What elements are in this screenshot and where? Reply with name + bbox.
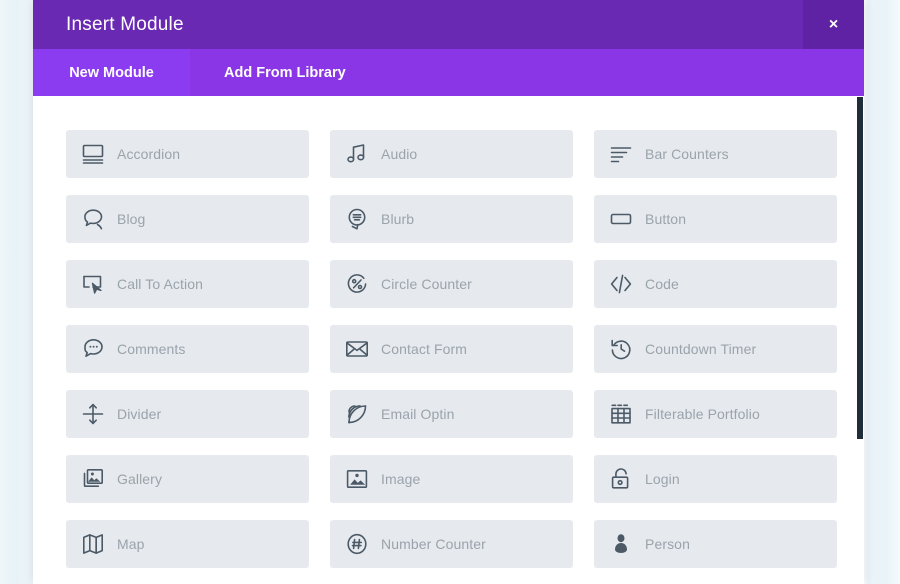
login-icon (608, 466, 634, 492)
gallery-icon (80, 466, 106, 492)
module-item-label: Countdown Timer (645, 341, 756, 357)
module-item-label: Blog (117, 211, 145, 227)
filterable-portfolio-icon (608, 401, 634, 427)
module-item-label: Filterable Portfolio (645, 406, 760, 422)
modal-scrollbar-track[interactable] (856, 96, 864, 584)
module-item-countdown-timer[interactable]: Countdown Timer (594, 325, 837, 373)
module-item-label: Person (645, 536, 690, 552)
module-item-email-optin[interactable]: Email Optin (330, 390, 573, 438)
module-item-image[interactable]: Image (330, 455, 573, 503)
module-item-comments[interactable]: Comments (66, 325, 309, 373)
module-item-blurb[interactable]: Blurb (330, 195, 573, 243)
close-icon: × (829, 17, 838, 33)
page-root: Insert Module × New Module Add From Libr… (0, 0, 900, 584)
module-item-label: Contact Form (381, 341, 467, 357)
person-icon (608, 531, 634, 557)
module-item-blog[interactable]: Blog (66, 195, 309, 243)
module-item-label: Accordion (117, 146, 180, 162)
module-item-number-counter[interactable]: Number Counter (330, 520, 573, 568)
module-item-label: Bar Counters (645, 146, 729, 162)
module-item-button[interactable]: Button (594, 195, 837, 243)
modal-scrollbar-thumb[interactable] (857, 97, 863, 439)
email-optin-icon (344, 401, 370, 427)
button-icon (608, 206, 634, 232)
image-icon (344, 466, 370, 492)
comments-icon (80, 336, 106, 362)
module-item-gallery[interactable]: Gallery (66, 455, 309, 503)
blurb-icon (344, 206, 370, 232)
modal-body: Accordion Audio Bar Counters Blog Blurb Butto… (33, 96, 864, 584)
accordion-icon (80, 141, 106, 167)
tab-add-from-library[interactable]: Add From Library (190, 49, 380, 96)
module-item-label: Blurb (381, 211, 414, 227)
module-item-bar-counters[interactable]: Bar Counters (594, 130, 837, 178)
tab-bar: New Module Add From Library (33, 49, 864, 96)
circle-counter-icon (344, 271, 370, 297)
module-item-label: Number Counter (381, 536, 486, 552)
close-button[interactable]: × (803, 0, 864, 49)
module-item-circle-counter[interactable]: Circle Counter (330, 260, 573, 308)
module-item-label: Code (645, 276, 679, 292)
blog-icon (80, 206, 106, 232)
insert-module-modal: Insert Module × New Module Add From Libr… (33, 0, 864, 584)
module-item-label: Image (381, 471, 420, 487)
module-item-label: Login (645, 471, 680, 487)
module-item-login[interactable]: Login (594, 455, 837, 503)
countdown-timer-icon (608, 336, 634, 362)
module-item-label: Circle Counter (381, 276, 472, 292)
module-grid: Accordion Audio Bar Counters Blog Blurb Butto… (66, 130, 850, 568)
module-item-label: Audio (381, 146, 417, 162)
module-item-contact-form[interactable]: Contact Form (330, 325, 573, 373)
tab-new-module[interactable]: New Module (33, 49, 190, 96)
tab-new-module-label: New Module (69, 65, 154, 81)
call-to-action-icon (80, 271, 106, 297)
module-item-person[interactable]: Person (594, 520, 837, 568)
module-item-accordion[interactable]: Accordion (66, 130, 309, 178)
map-icon (80, 531, 106, 557)
page-title: Insert Module (33, 14, 184, 36)
modal-header: Insert Module × (33, 0, 864, 49)
code-icon (608, 271, 634, 297)
module-item-map[interactable]: Map (66, 520, 309, 568)
bar-counters-icon (608, 141, 634, 167)
module-item-label: Gallery (117, 471, 162, 487)
audio-icon (344, 141, 370, 167)
module-item-code[interactable]: Code (594, 260, 837, 308)
module-item-divider[interactable]: Divider (66, 390, 309, 438)
module-item-audio[interactable]: Audio (330, 130, 573, 178)
module-item-filterable-portfolio[interactable]: Filterable Portfolio (594, 390, 837, 438)
module-item-label: Divider (117, 406, 161, 422)
tab-add-from-library-label: Add From Library (224, 65, 346, 81)
module-item-label: Call To Action (117, 276, 203, 292)
module-item-label: Comments (117, 341, 185, 357)
module-item-label: Map (117, 536, 145, 552)
divider-icon (80, 401, 106, 427)
contact-form-icon (344, 336, 370, 362)
module-item-label: Email Optin (381, 406, 454, 422)
number-counter-icon (344, 531, 370, 557)
module-item-label: Button (645, 211, 686, 227)
module-item-call-to-action[interactable]: Call To Action (66, 260, 309, 308)
